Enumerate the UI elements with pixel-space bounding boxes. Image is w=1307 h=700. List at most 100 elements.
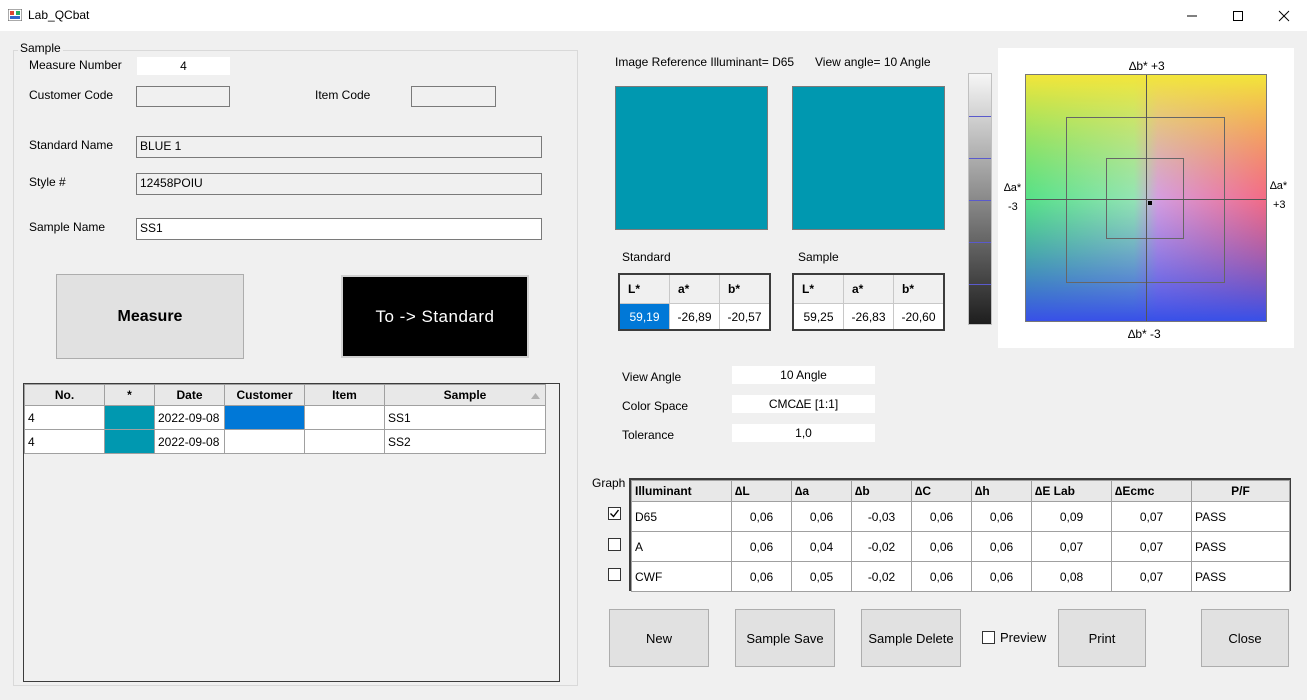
maximize-icon xyxy=(1233,10,1243,21)
color-space-field[interactable]: CMC∆E [1:1] xyxy=(732,395,875,413)
item-code-field[interactable] xyxy=(411,86,496,107)
view-angle-label: View Angle xyxy=(622,370,682,384)
close-button[interactable]: Close xyxy=(1201,609,1289,667)
cell-item xyxy=(304,429,385,454)
sample-name-field[interactable]: SS1 xyxy=(136,218,542,240)
a-axis-line xyxy=(1026,199,1266,200)
window-title: Lab_QCbat xyxy=(28,8,90,22)
cell-pf: PASS xyxy=(1191,501,1290,532)
sample-b-header: b* xyxy=(902,282,914,296)
standard-label: Standard xyxy=(622,250,671,264)
standard-b-value[interactable]: -20,57 xyxy=(720,303,769,329)
cell-da: 0,04 xyxy=(791,531,852,562)
plot-right-value: +3 xyxy=(1273,199,1286,211)
col-header-sample-label: Sample xyxy=(443,388,487,402)
tolerance-label: Tolerance xyxy=(622,428,675,442)
sample-lab-table: L* a* b* 59,25 -26,83 -20,60 xyxy=(792,273,945,331)
color-space-label: Color Space xyxy=(622,399,689,413)
image-ref-illuminant: Image Reference Illuminant= D65 xyxy=(615,55,795,69)
col-header-dh[interactable]: ∆h xyxy=(971,480,1032,502)
col-header-decmc[interactable]: ∆Ecmc xyxy=(1111,480,1192,502)
col-header-de-lab[interactable]: ∆E Lab xyxy=(1031,480,1112,502)
sample-a-value[interactable]: -26,83 xyxy=(844,303,894,329)
maximize-button[interactable] xyxy=(1215,0,1261,31)
cell-decmc: 0,07 xyxy=(1111,501,1192,532)
results-table: Illuminant ∆L ∆a ∆b ∆C ∆h ∆E Lab ∆Ecmc P… xyxy=(631,480,1290,592)
cell-no: 4 xyxy=(24,429,105,454)
cell-illuminant: D65 xyxy=(631,501,732,532)
cell-dh: 0,06 xyxy=(971,561,1032,592)
results-header-row: Illuminant ∆L ∆a ∆b ∆C ∆h ∆E Lab ∆Ecmc P… xyxy=(631,480,1290,502)
cwf-graph-checkbox[interactable] xyxy=(608,568,621,581)
cell-dc: 0,06 xyxy=(911,531,972,562)
lightness-tick xyxy=(969,284,991,285)
style-field[interactable]: 12458POIU xyxy=(136,173,542,195)
standard-color-swatch xyxy=(615,86,768,230)
cell-db: -0,02 xyxy=(851,531,912,562)
to-standard-button[interactable]: To -> Standard xyxy=(341,275,529,358)
image-ref-view-angle: View angle= 10 Angle xyxy=(815,55,931,69)
sample-l-value[interactable]: 59,25 xyxy=(794,303,844,329)
cell-da: 0,06 xyxy=(791,501,852,532)
customer-code-field[interactable] xyxy=(136,86,230,107)
cell-da: 0,05 xyxy=(791,561,852,592)
col-header-dc[interactable]: ∆C xyxy=(911,480,972,502)
col-header-dl[interactable]: ∆L xyxy=(731,480,792,502)
sample-b-value[interactable]: -20,60 xyxy=(894,303,943,329)
check-icon xyxy=(610,509,620,518)
col-header-sample[interactable]: Sample xyxy=(384,384,546,406)
standard-lab-table: L* a* b* 59,19 -26,89 -20,57 xyxy=(618,273,771,331)
table-row[interactable]: A 0,06 0,04 -0,02 0,06 0,06 0,07 0,07 PA… xyxy=(631,531,1290,562)
color-difference-plot: ∆b* +3 ∆b* -3 ∆a* -3 ∆a* +3 xyxy=(998,48,1294,348)
view-angle-field[interactable]: 10 Angle xyxy=(732,366,875,384)
cell-pf: PASS xyxy=(1191,561,1290,592)
cell-decmc: 0,07 xyxy=(1111,561,1192,592)
col-header-item[interactable]: Item xyxy=(304,384,385,406)
col-header-illuminant[interactable]: Illuminant xyxy=(631,480,732,502)
minimize-icon xyxy=(1187,15,1197,16)
d65-graph-checkbox[interactable] xyxy=(608,507,621,520)
table-row[interactable]: CWF 0,06 0,05 -0,02 0,06 0,06 0,08 0,07 … xyxy=(631,561,1290,592)
tolerance-field[interactable]: 1,0 xyxy=(732,424,875,442)
standard-l-value[interactable]: 59,19 xyxy=(620,303,670,329)
table-row[interactable]: 4 2022-09-08 SS1 xyxy=(24,405,546,430)
sample-label: Sample xyxy=(798,250,839,264)
cell-item xyxy=(304,405,385,430)
col-header-da[interactable]: ∆a xyxy=(791,480,852,502)
measure-button[interactable]: Measure xyxy=(56,274,244,359)
cell-date: 2022-09-08 xyxy=(154,405,225,430)
sample-save-button[interactable]: Sample Save xyxy=(735,609,835,667)
cell-de-lab: 0,08 xyxy=(1031,561,1112,592)
standard-name-label: Standard Name xyxy=(29,138,114,152)
plot-right-axis-label: ∆a* xyxy=(1270,180,1288,192)
cell-customer[interactable] xyxy=(224,405,305,430)
col-header-date[interactable]: Date xyxy=(154,384,225,406)
sort-up-icon xyxy=(531,393,540,399)
col-header-color[interactable]: * xyxy=(104,384,155,406)
print-button[interactable]: Print xyxy=(1058,609,1146,667)
cell-customer xyxy=(224,429,305,454)
customer-code-label: Customer Code xyxy=(29,88,114,102)
col-header-pf[interactable]: P/F xyxy=(1191,480,1290,502)
lightness-tick xyxy=(969,158,991,159)
new-button[interactable]: New xyxy=(609,609,709,667)
table-row[interactable]: D65 0,06 0,06 -0,03 0,06 0,06 0,09 0,07 … xyxy=(631,501,1290,532)
col-header-customer[interactable]: Customer xyxy=(224,384,305,406)
col-header-db[interactable]: ∆b xyxy=(851,480,912,502)
close-window-button[interactable] xyxy=(1261,0,1307,31)
sample-delete-button[interactable]: Sample Delete xyxy=(861,609,961,667)
preview-label[interactable]: Preview xyxy=(1000,630,1046,645)
cell-illuminant: CWF xyxy=(631,561,732,592)
minimize-button[interactable] xyxy=(1169,0,1215,31)
close-icon xyxy=(1278,10,1290,21)
measure-number-field[interactable]: 4 xyxy=(137,57,230,75)
cell-decmc: 0,07 xyxy=(1111,531,1192,562)
col-header-no[interactable]: No. xyxy=(24,384,105,406)
standard-name-field[interactable]: BLUE 1 xyxy=(136,136,542,158)
standard-a-value[interactable]: -26,89 xyxy=(670,303,720,329)
preview-checkbox[interactable] xyxy=(982,631,995,644)
cell-dl: 0,06 xyxy=(731,561,792,592)
table-row[interactable]: 4 2022-09-08 SS2 xyxy=(24,429,546,454)
standard-l-header: L* xyxy=(620,275,670,303)
a-graph-checkbox[interactable] xyxy=(608,538,621,551)
